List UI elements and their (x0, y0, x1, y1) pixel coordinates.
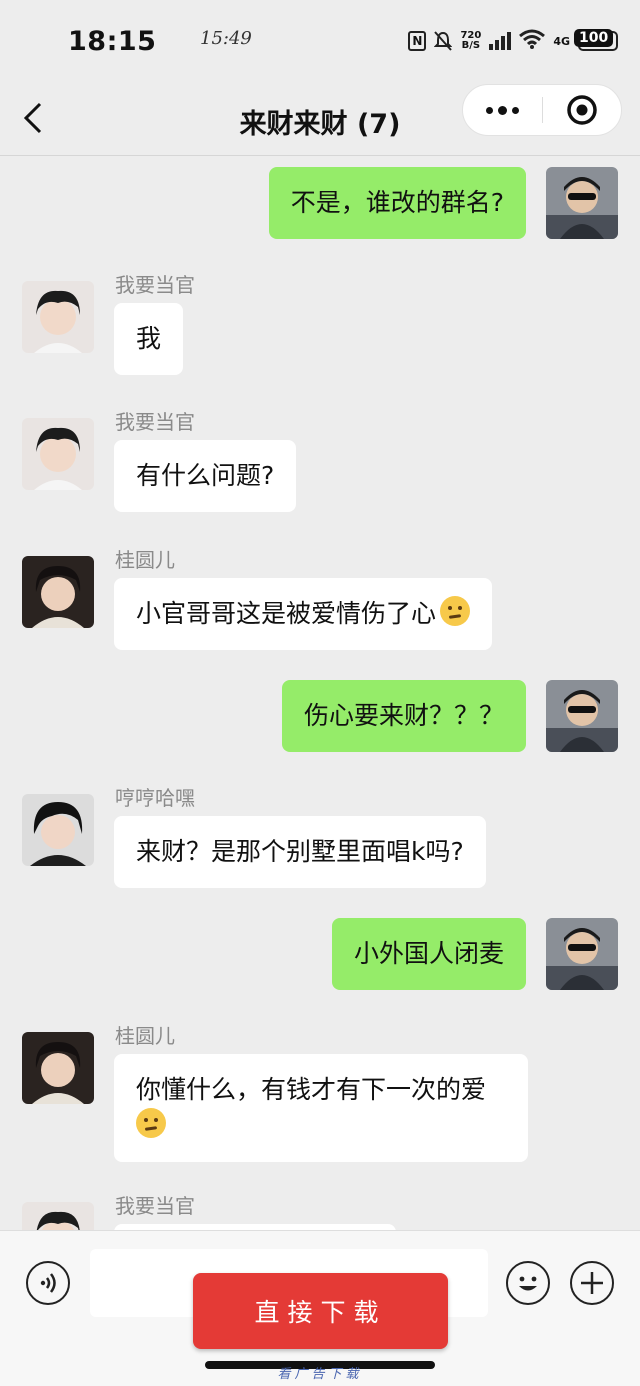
message-bubble[interactable]: 小外国人闭麦 (331, 918, 526, 990)
signal-icon (489, 32, 512, 50)
sender-name: 我要当官 (115, 273, 195, 297)
message-bubble[interactable]: 小官哥哥这是被爱情伤了心 (114, 578, 493, 650)
status-time: 18:15 (68, 26, 157, 57)
plus-icon (581, 1272, 603, 1294)
target-close-icon (567, 95, 597, 125)
voice-button[interactable] (26, 1261, 70, 1305)
avatar[interactable] (22, 1032, 94, 1104)
network-speed-unit: B/S (461, 40, 481, 51)
message-bubble[interactable]: 来财？是那个别墅里面唱k吗? (114, 816, 486, 888)
voice-icon (40, 1273, 56, 1293)
nav-bar: 来财来财 (7) (0, 80, 640, 156)
sender-name: 我要当官 (115, 1194, 195, 1218)
more-dots-icon (485, 106, 493, 114)
network-speed: 720 B/S (460, 31, 481, 51)
more-functions-button[interactable] (570, 1261, 614, 1305)
close-button[interactable] (543, 85, 622, 135)
pleading-face-emoji-icon (440, 596, 471, 626)
confused-face-emoji-icon (136, 1108, 166, 1138)
input-bar: 直接下载 看广告下载 (0, 1230, 640, 1386)
sender-name: 哼哼哈嘿 (115, 786, 195, 810)
message-bubble[interactable]: 你懂什么，有钱才有下一次的爱 (114, 1054, 528, 1162)
avatar[interactable] (546, 167, 618, 239)
direct-download-button[interactable]: 直接下载 (193, 1273, 448, 1349)
avatar[interactable] (22, 418, 94, 490)
avatar[interactable] (546, 918, 618, 990)
emoji-button[interactable] (506, 1261, 550, 1305)
sender-name: 桂圆儿 (115, 1024, 175, 1048)
mini-program-capsule (462, 84, 622, 136)
message-list[interactable]: 不是，谁改的群名? 我要当官 我 我要当官 有什么问题? 桂圆儿 小官哥哥这是被… (0, 157, 640, 1230)
mute-icon (434, 31, 453, 51)
avatar[interactable] (22, 1202, 94, 1230)
smiley-icon (519, 1276, 537, 1291)
battery-level: 100 (574, 29, 614, 47)
battery-icon: 100 (574, 29, 618, 51)
network-type: 4G (553, 34, 570, 48)
message-bubble[interactable]: 伤心要来财？？？ (281, 680, 526, 752)
avatar[interactable] (546, 680, 618, 752)
ad-caption[interactable]: 看广告下载 (0, 1363, 640, 1382)
handwritten-time: 15:49 (200, 28, 252, 49)
status-icons: N 720 B/S 4G 100 (408, 26, 618, 56)
sender-name: 桂圆儿 (115, 548, 175, 572)
message-bubble[interactable]: 有什么问题? (114, 440, 297, 512)
message-text: 小官哥哥这是被爱情伤了心 (136, 599, 437, 628)
sender-name: 我要当官 (115, 410, 195, 434)
message-bubble[interactable]: 我 (114, 303, 184, 375)
more-button[interactable] (463, 85, 542, 135)
avatar[interactable] (22, 281, 94, 353)
message-text: 你懂什么，有钱才有下一次的爱 (136, 1075, 487, 1104)
status-bar: 18:15 15:49 N 720 B/S 4G 100 (0, 0, 640, 80)
avatar[interactable] (22, 556, 94, 628)
nfc-icon: N (408, 31, 427, 51)
message-bubble[interactable]: 不是，谁改的群名? (268, 167, 526, 239)
wifi-icon (519, 29, 546, 53)
avatar[interactable] (22, 794, 94, 866)
